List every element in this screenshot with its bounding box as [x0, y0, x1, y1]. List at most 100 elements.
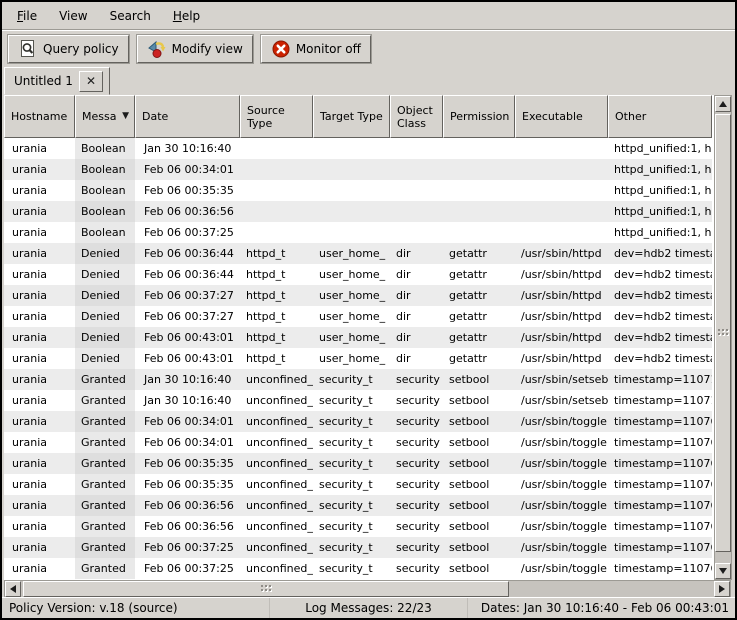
cell-date: Feb 06 00:34:01: [135, 411, 240, 432]
cell-message: Granted: [75, 537, 135, 558]
table-row[interactable]: uraniaBooleanFeb 06 00:36:56httpd_unifie…: [4, 201, 712, 222]
column-header-permission[interactable]: Permission: [443, 95, 515, 138]
cell-object_class: [390, 222, 443, 243]
cell-executable: /usr/sbin/setseb: [515, 390, 608, 411]
cell-message: Denied: [75, 285, 135, 306]
cell-date: Feb 06 00:43:01: [135, 348, 240, 369]
table-row[interactable]: uraniaGrantedFeb 06 00:35:35unconfined_s…: [4, 474, 712, 495]
menu-view[interactable]: View: [48, 5, 98, 27]
table-row[interactable]: uraniaDeniedFeb 06 00:36:44httpd_tuser_h…: [4, 264, 712, 285]
scroll-right-button[interactable]: [714, 581, 730, 597]
table-row[interactable]: uraniaGrantedFeb 06 00:37:25unconfined_s…: [4, 558, 712, 579]
column-header-executable[interactable]: Executable: [515, 95, 608, 138]
column-header-other[interactable]: Other: [608, 95, 712, 138]
table-row[interactable]: uraniaGrantedFeb 06 00:34:01unconfined_s…: [4, 411, 712, 432]
cell-object_class: dir: [390, 327, 443, 348]
cell-object_class: [390, 201, 443, 222]
table-header: HostnameMessa▼ Date Source TypeTarget Type…: [4, 95, 712, 138]
table-row[interactable]: uraniaDeniedFeb 06 00:43:01httpd_tuser_h…: [4, 348, 712, 369]
table-row[interactable]: uraniaBooleanFeb 06 00:35:35httpd_unifie…: [4, 180, 712, 201]
table-row[interactable]: uraniaBooleanJan 30 10:16:40httpd_unifie…: [4, 138, 712, 159]
arrow-down-icon: [719, 568, 727, 574]
table-row[interactable]: uraniaDeniedFeb 06 00:37:27httpd_tuser_h…: [4, 306, 712, 327]
cell-source_type: [240, 222, 313, 243]
cell-object_class: [390, 159, 443, 180]
table-row[interactable]: uraniaDeniedFeb 06 00:36:44httpd_tuser_h…: [4, 243, 712, 264]
column-header-label: Date: [142, 110, 168, 123]
column-header-message[interactable]: Messa▼: [75, 95, 135, 138]
cell-executable: [515, 222, 608, 243]
scroll-up-button[interactable]: [715, 96, 731, 112]
table-row[interactable]: uraniaBooleanFeb 06 00:34:01httpd_unifie…: [4, 159, 712, 180]
cell-executable: /usr/sbin/setseb: [515, 369, 608, 390]
scroll-down-button[interactable]: [715, 563, 731, 579]
modify-view-button[interactable]: Modify view: [137, 35, 253, 63]
cell-other: httpd_unified:1, h: [608, 138, 712, 159]
column-header-target_type[interactable]: Target Type: [313, 95, 390, 138]
column-header-source_type[interactable]: Source Type: [240, 95, 313, 138]
table-row[interactable]: uraniaDeniedFeb 06 00:37:27httpd_tuser_h…: [4, 285, 712, 306]
cell-object_class: security: [390, 558, 443, 579]
cell-permission: [443, 222, 515, 243]
cell-permission: setbool: [443, 537, 515, 558]
cell-target_type: user_home_: [313, 285, 390, 306]
vertical-scrollbar[interactable]: [714, 95, 732, 580]
cell-date: Feb 06 00:35:35: [135, 453, 240, 474]
column-header-date[interactable]: Date: [135, 95, 240, 138]
table-row[interactable]: uraniaGrantedFeb 06 00:35:35unconfined_s…: [4, 453, 712, 474]
cell-executable: /usr/sbin/toggle: [515, 432, 608, 453]
monitor-off-button[interactable]: Monitor off: [261, 35, 371, 63]
cell-message: Denied: [75, 348, 135, 369]
cell-other: httpd_unified:1, h: [608, 180, 712, 201]
cell-source_type: unconfined_: [240, 495, 313, 516]
cell-executable: /usr/sbin/httpd: [515, 285, 608, 306]
toolbar: Query policy Modify view Monitor off: [2, 32, 735, 66]
status-bar: Policy Version: v.18 (source) Log Messag…: [2, 597, 735, 618]
cell-object_class: dir: [390, 264, 443, 285]
horizontal-scrollbar[interactable]: [4, 580, 731, 598]
query-policy-button[interactable]: Query policy: [8, 35, 129, 63]
cell-permission: setbool: [443, 558, 515, 579]
cell-message: Granted: [75, 474, 135, 495]
table-row[interactable]: uraniaGrantedJan 30 10:16:40unconfined_s…: [4, 390, 712, 411]
cell-other: timestamp=11076: [608, 558, 712, 579]
horizontal-scroll-thumb[interactable]: [23, 581, 509, 597]
cell-target_type: [313, 222, 390, 243]
column-header-hostname[interactable]: Hostname: [4, 95, 75, 138]
status-dates: Dates: Jan 30 10:16:40 - Feb 06 00:43:01: [468, 598, 735, 618]
cell-object_class: security: [390, 495, 443, 516]
table-row[interactable]: uraniaGrantedJan 30 10:16:40unconfined_s…: [4, 369, 712, 390]
cell-executable: /usr/sbin/httpd: [515, 243, 608, 264]
cell-target_type: [313, 159, 390, 180]
cell-target_type: security_t: [313, 453, 390, 474]
table-row[interactable]: uraniaGrantedFeb 06 00:34:01unconfined_s…: [4, 432, 712, 453]
tab-untitled-1[interactable]: Untitled 1 ✕: [4, 67, 110, 95]
cell-date: Feb 06 00:37:25: [135, 222, 240, 243]
cell-permission: setbool: [443, 453, 515, 474]
cell-hostname: urania: [4, 453, 75, 474]
cell-target_type: security_t: [313, 516, 390, 537]
cell-permission: getattr: [443, 243, 515, 264]
cell-hostname: urania: [4, 558, 75, 579]
cell-permission: setbool: [443, 495, 515, 516]
vertical-scroll-thumb[interactable]: [715, 114, 731, 552]
modify-view-icon: [147, 39, 167, 59]
cell-source_type: unconfined_: [240, 537, 313, 558]
close-icon: ✕: [86, 74, 96, 88]
cell-other: httpd_unified:1, h: [608, 159, 712, 180]
scroll-left-button[interactable]: [5, 581, 21, 597]
menu-search[interactable]: Search: [99, 5, 162, 27]
cell-permission: getattr: [443, 327, 515, 348]
table-row[interactable]: uraniaBooleanFeb 06 00:37:25httpd_unifie…: [4, 222, 712, 243]
column-header-object_class[interactable]: Object Class: [390, 95, 443, 138]
menu-file[interactable]: File: [6, 5, 48, 27]
table-row[interactable]: uraniaGrantedFeb 06 00:37:25unconfined_s…: [4, 537, 712, 558]
menu-help[interactable]: Help: [162, 5, 211, 27]
table-row[interactable]: uraniaGrantedFeb 06 00:36:56unconfined_s…: [4, 495, 712, 516]
tab-close-button[interactable]: ✕: [79, 71, 103, 92]
table-row[interactable]: uraniaDeniedFeb 06 00:43:01httpd_tuser_h…: [4, 327, 712, 348]
cell-message: Boolean: [75, 159, 135, 180]
query-policy-label: Query policy: [43, 42, 119, 56]
table-row[interactable]: uraniaGrantedFeb 06 00:36:56unconfined_s…: [4, 516, 712, 537]
tab-label: Untitled 1: [14, 74, 73, 88]
